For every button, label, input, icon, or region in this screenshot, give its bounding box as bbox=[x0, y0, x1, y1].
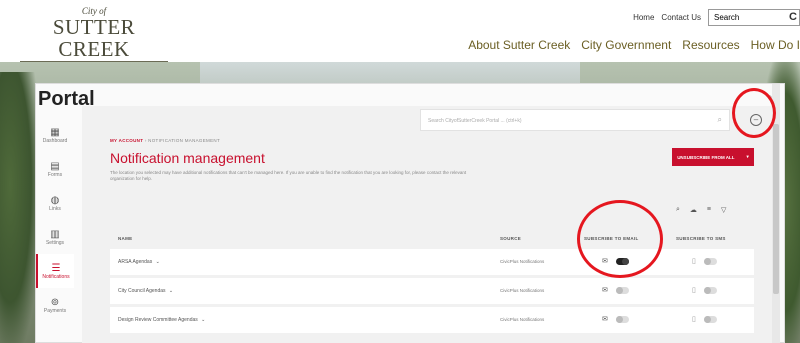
scrollbar-thumb[interactable] bbox=[773, 124, 779, 294]
utility-nav: Home Contact Us C bbox=[633, 9, 800, 26]
breadcrumb-my-account[interactable]: MY ACCOUNT bbox=[110, 138, 143, 143]
portal-search-placeholder: Search CityofSutterCreek Portal ... (ctr… bbox=[428, 118, 522, 124]
sms-toggle[interactable] bbox=[704, 316, 717, 323]
nav-about[interactable]: About Sutter Creek bbox=[468, 38, 570, 52]
logo-name: SUTTER CREEK bbox=[20, 16, 168, 62]
list-view-icon[interactable]: ≡ bbox=[707, 206, 711, 214]
sidebar-item-label: Settings bbox=[45, 239, 65, 246]
portal-sidebar: ▦ Dashboard ▤ Forms ◍ Links ▥ Settings ☰… bbox=[36, 118, 74, 322]
search-icon[interactable]: C bbox=[789, 11, 797, 23]
site-header: City of SUTTER CREEK 1854 Home Contact U… bbox=[0, 0, 800, 71]
page-title: Notification management bbox=[110, 150, 265, 166]
filter-icon[interactable]: ▽ bbox=[721, 206, 726, 214]
nav-how-do-i[interactable]: How Do I bbox=[751, 38, 800, 52]
phone-icon: ▯ bbox=[692, 287, 696, 294]
col-sms[interactable]: SUBSCRIBE TO SMS bbox=[676, 236, 726, 241]
col-source[interactable]: SOURCE bbox=[500, 236, 521, 241]
payments-icon: ⊚ bbox=[50, 296, 60, 308]
email-toggle[interactable] bbox=[616, 287, 629, 294]
home-link[interactable]: Home bbox=[633, 13, 654, 22]
sidebar-item-dashboard[interactable]: ▦ Dashboard bbox=[36, 118, 74, 152]
unsubscribe-all-button[interactable]: UNSUBSCRIBE FROM ALL ▾ bbox=[672, 148, 754, 166]
sms-toggle[interactable] bbox=[704, 258, 717, 265]
row-source: CivicPlus Notifications bbox=[500, 259, 545, 264]
sidebar-item-forms[interactable]: ▤ Forms bbox=[36, 152, 74, 186]
row-name[interactable]: City Council Agendas bbox=[118, 288, 166, 294]
row-name[interactable]: Design Review Committee Agendas bbox=[118, 317, 198, 323]
chevron-down-icon[interactable]: ⌄ bbox=[168, 288, 173, 294]
breadcrumb: MY ACCOUNT › NOTIFICATION MANAGEMENT bbox=[110, 138, 220, 143]
row-source: CivicPlus Notifications bbox=[500, 317, 545, 322]
col-name[interactable]: NAME bbox=[118, 236, 132, 241]
dashboard-icon: ▦ bbox=[50, 126, 60, 138]
table-row: Design Review Committee Agendas ⌄ CivicP… bbox=[110, 307, 754, 333]
breadcrumb-current: NOTIFICATION MANAGEMENT bbox=[148, 138, 220, 143]
email-icon: ✉ bbox=[602, 316, 608, 323]
sidebar-item-notifications[interactable]: ☰ Notifications bbox=[36, 254, 74, 288]
site-search-input[interactable] bbox=[714, 13, 784, 22]
highlight-circle-collapse bbox=[732, 88, 776, 138]
notifications-icon: ☰ bbox=[51, 262, 61, 274]
nav-city-government[interactable]: City Government bbox=[581, 38, 671, 52]
chevron-down-icon[interactable]: ⌄ bbox=[200, 317, 205, 323]
sms-toggle[interactable] bbox=[704, 287, 717, 294]
sidebar-item-label: Notifications bbox=[42, 273, 70, 280]
help-text: The location you selected may have addit… bbox=[110, 170, 467, 181]
search-icon: ⌕ bbox=[717, 115, 722, 124]
cloud-icon[interactable]: ☁ bbox=[690, 206, 697, 214]
sidebar-item-label: Forms bbox=[47, 171, 63, 178]
notification-content: ✎ Search CityofSutterCreek Portal ... (c… bbox=[82, 94, 775, 343]
settings-icon: ▥ bbox=[50, 228, 60, 240]
unsubscribe-label: UNSUBSCRIBE FROM ALL bbox=[677, 154, 735, 160]
chevron-down-icon: ▾ bbox=[746, 154, 749, 159]
sidebar-item-label: Links bbox=[49, 205, 61, 212]
table-row: City Council Agendas ⌄ CivicPlus Notific… bbox=[110, 278, 754, 304]
row-name[interactable]: ARSA Agendas bbox=[118, 259, 152, 265]
sidebar-item-settings[interactable]: ▥ Settings bbox=[36, 220, 74, 254]
highlight-circle-email bbox=[577, 200, 663, 278]
sidebar-item-payments[interactable]: ⊚ Payments bbox=[36, 288, 74, 322]
search-icon[interactable]: ⌕ bbox=[676, 206, 680, 214]
email-icon: ✉ bbox=[602, 287, 608, 294]
portal-search-input[interactable]: Search CityofSutterCreek Portal ... (ctr… bbox=[420, 109, 730, 131]
contact-link[interactable]: Contact Us bbox=[661, 13, 701, 22]
nav-resources[interactable]: Resources bbox=[682, 38, 739, 52]
globe-icon: ◍ bbox=[50, 194, 60, 206]
forms-icon: ▤ bbox=[50, 160, 60, 172]
email-toggle[interactable] bbox=[616, 316, 629, 323]
site-search: C bbox=[708, 9, 800, 26]
row-source: CivicPlus Notifications bbox=[500, 288, 545, 293]
table-tools: ⌕ ☁ ≡ ▽ bbox=[676, 206, 726, 214]
phone-icon: ▯ bbox=[692, 258, 696, 265]
chevron-down-icon[interactable]: ⌄ bbox=[154, 259, 160, 265]
portal-panel: Portal ▦ Dashboard ▤ Forms ◍ Links ▥ Set… bbox=[35, 83, 785, 343]
sidebar-item-label: Dashboard bbox=[42, 137, 68, 144]
main-nav: About Sutter Creek City Government Resou… bbox=[468, 38, 800, 52]
sidebar-item-links[interactable]: ◍ Links bbox=[36, 186, 74, 220]
sidebar-item-label: Payments bbox=[43, 307, 67, 314]
phone-icon: ▯ bbox=[692, 316, 696, 323]
